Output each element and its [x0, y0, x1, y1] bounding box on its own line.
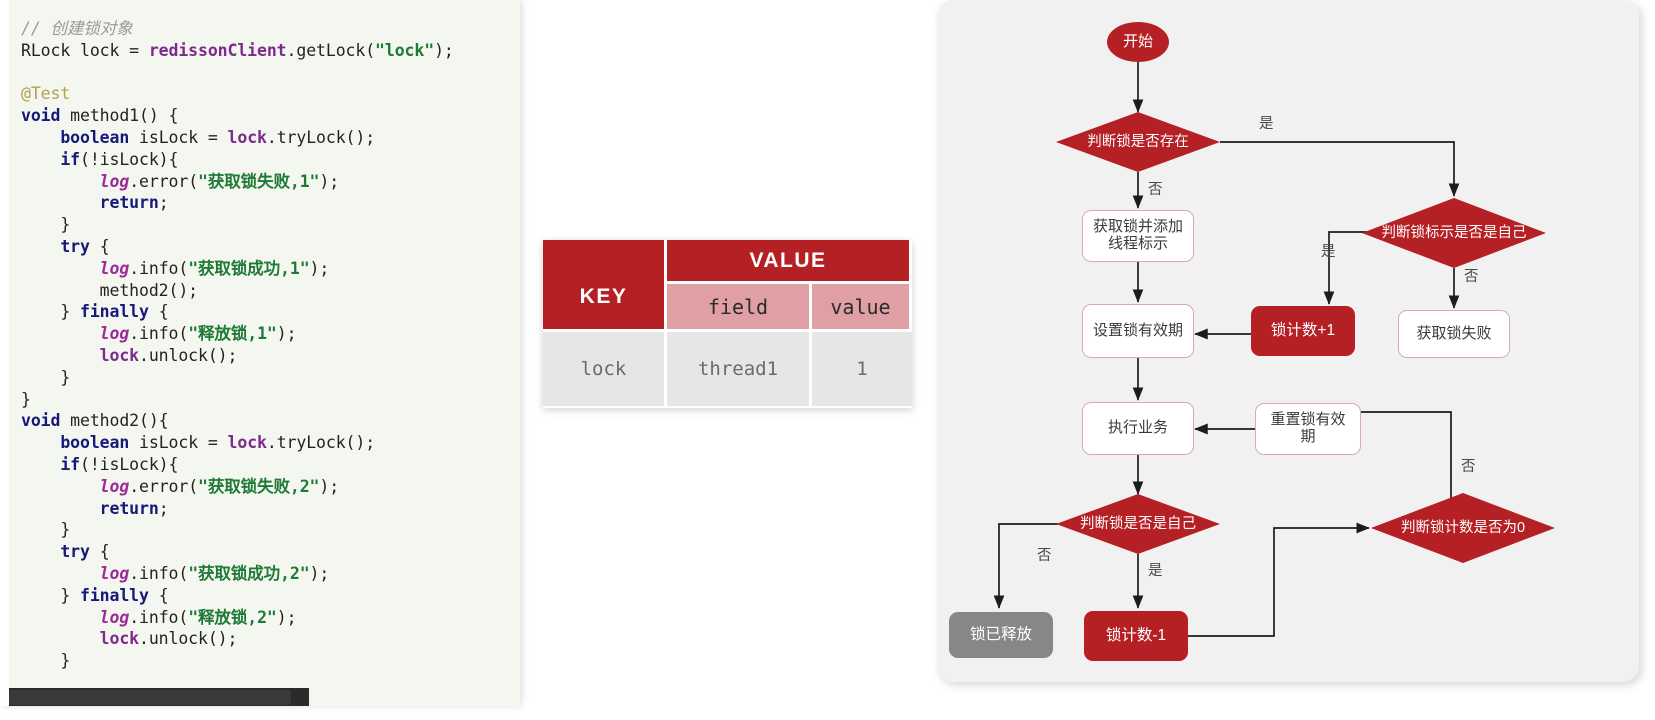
flow-node-execute-business-label: 执行业务	[1107, 419, 1168, 437]
table-subheader-value: value	[812, 284, 912, 332]
flow-node-acquire-lock-add-thread-id-label: 获取锁并添加线程标示	[1092, 218, 1183, 252]
flow-node-check-lock-exists: 判断锁是否存在	[1056, 112, 1220, 172]
table-subheader-field: field	[667, 284, 812, 332]
flow-node-check-lock-is-self-bottom-label: 判断锁是否是自己	[1080, 515, 1196, 532]
flow-node-acquire-lock-add-thread-id: 获取锁并添加线程标示	[1082, 210, 1194, 262]
flow-node-lock-released-label: 锁已释放	[969, 626, 1032, 644]
flow-node-set-lock-ttl-label: 设置锁有效期	[1092, 321, 1183, 339]
table-cell-key: lock	[543, 332, 667, 406]
edge-label-is-self-top-yes: 是	[1321, 244, 1336, 260]
code-panel: // 创建锁对象 RLock lock = redissonClient.get…	[0, 0, 520, 706]
flow-node-execute-business: 执行业务	[1082, 402, 1194, 455]
flow-node-lock-count-plus-one: 锁计数+1	[1251, 306, 1355, 356]
flow-node-lock-count-minus-one-label: 锁计数-1	[1105, 627, 1167, 645]
edge-label-exists-no: 否	[1148, 182, 1163, 198]
flow-node-lock-count-minus-one: 锁计数-1	[1084, 611, 1188, 661]
flowchart-panel: 开始 判断锁是否存在 获取锁并添加线程标示 设置锁有效期 执行业务 判断锁标示是…	[937, 0, 1639, 682]
flow-node-acquire-lock-failed-label: 获取锁失败	[1416, 324, 1492, 342]
flow-node-check-lock-is-self-bottom: 判断锁是否是自己	[1056, 494, 1220, 554]
flow-node-acquire-lock-failed: 获取锁失败	[1398, 310, 1510, 358]
table-cell-field: thread1	[667, 332, 812, 406]
flow-node-check-lock-exists-label: 判断锁是否存在	[1087, 133, 1189, 150]
table-header-key: KEY	[543, 240, 667, 332]
flow-node-check-lock-count-zero-label: 判断锁计数是否为0	[1400, 519, 1526, 536]
table-cell-value: 1	[812, 332, 912, 406]
flow-node-check-lock-is-self-top: 判断锁标示是否是自己	[1362, 198, 1546, 268]
flow-node-set-lock-ttl: 设置锁有效期	[1082, 304, 1194, 358]
key-value-table: KEY VALUE field value lock thread1 1	[543, 240, 912, 408]
edge-label-is-self-bottom-yes: 是	[1148, 563, 1163, 579]
flow-node-check-lock-count-zero: 判断锁计数是否为0	[1371, 493, 1555, 563]
screenshot-root: // 创建锁对象 RLock lock = redissonClient.get…	[0, 0, 1655, 720]
flow-node-start-label: 开始	[1122, 32, 1153, 50]
flow-node-lock-released: 锁已释放	[949, 612, 1053, 658]
horizontal-scrollbar[interactable]	[9, 688, 309, 706]
code-block[interactable]: // 创建锁对象 RLock lock = redissonClient.get…	[21, 18, 454, 672]
flow-node-check-lock-is-self-top-label: 判断锁标示是否是自己	[1381, 224, 1527, 241]
edge-label-is-self-top-no: 否	[1464, 269, 1479, 285]
flow-node-reset-lock-ttl-label: 重置锁有效期	[1270, 411, 1346, 445]
edge-label-count-zero-no: 否	[1461, 459, 1476, 475]
edge-label-exists-yes: 是	[1259, 116, 1274, 132]
table-header-value: VALUE	[667, 240, 912, 284]
flow-node-lock-count-plus-one-label: 锁计数+1	[1270, 322, 1336, 340]
edge-label-is-self-bottom-no: 否	[1037, 548, 1052, 564]
scrollbar-thumb[interactable]	[9, 690, 291, 705]
flow-node-start: 开始	[1107, 22, 1169, 62]
flow-node-reset-lock-ttl: 重置锁有效期	[1255, 403, 1361, 455]
